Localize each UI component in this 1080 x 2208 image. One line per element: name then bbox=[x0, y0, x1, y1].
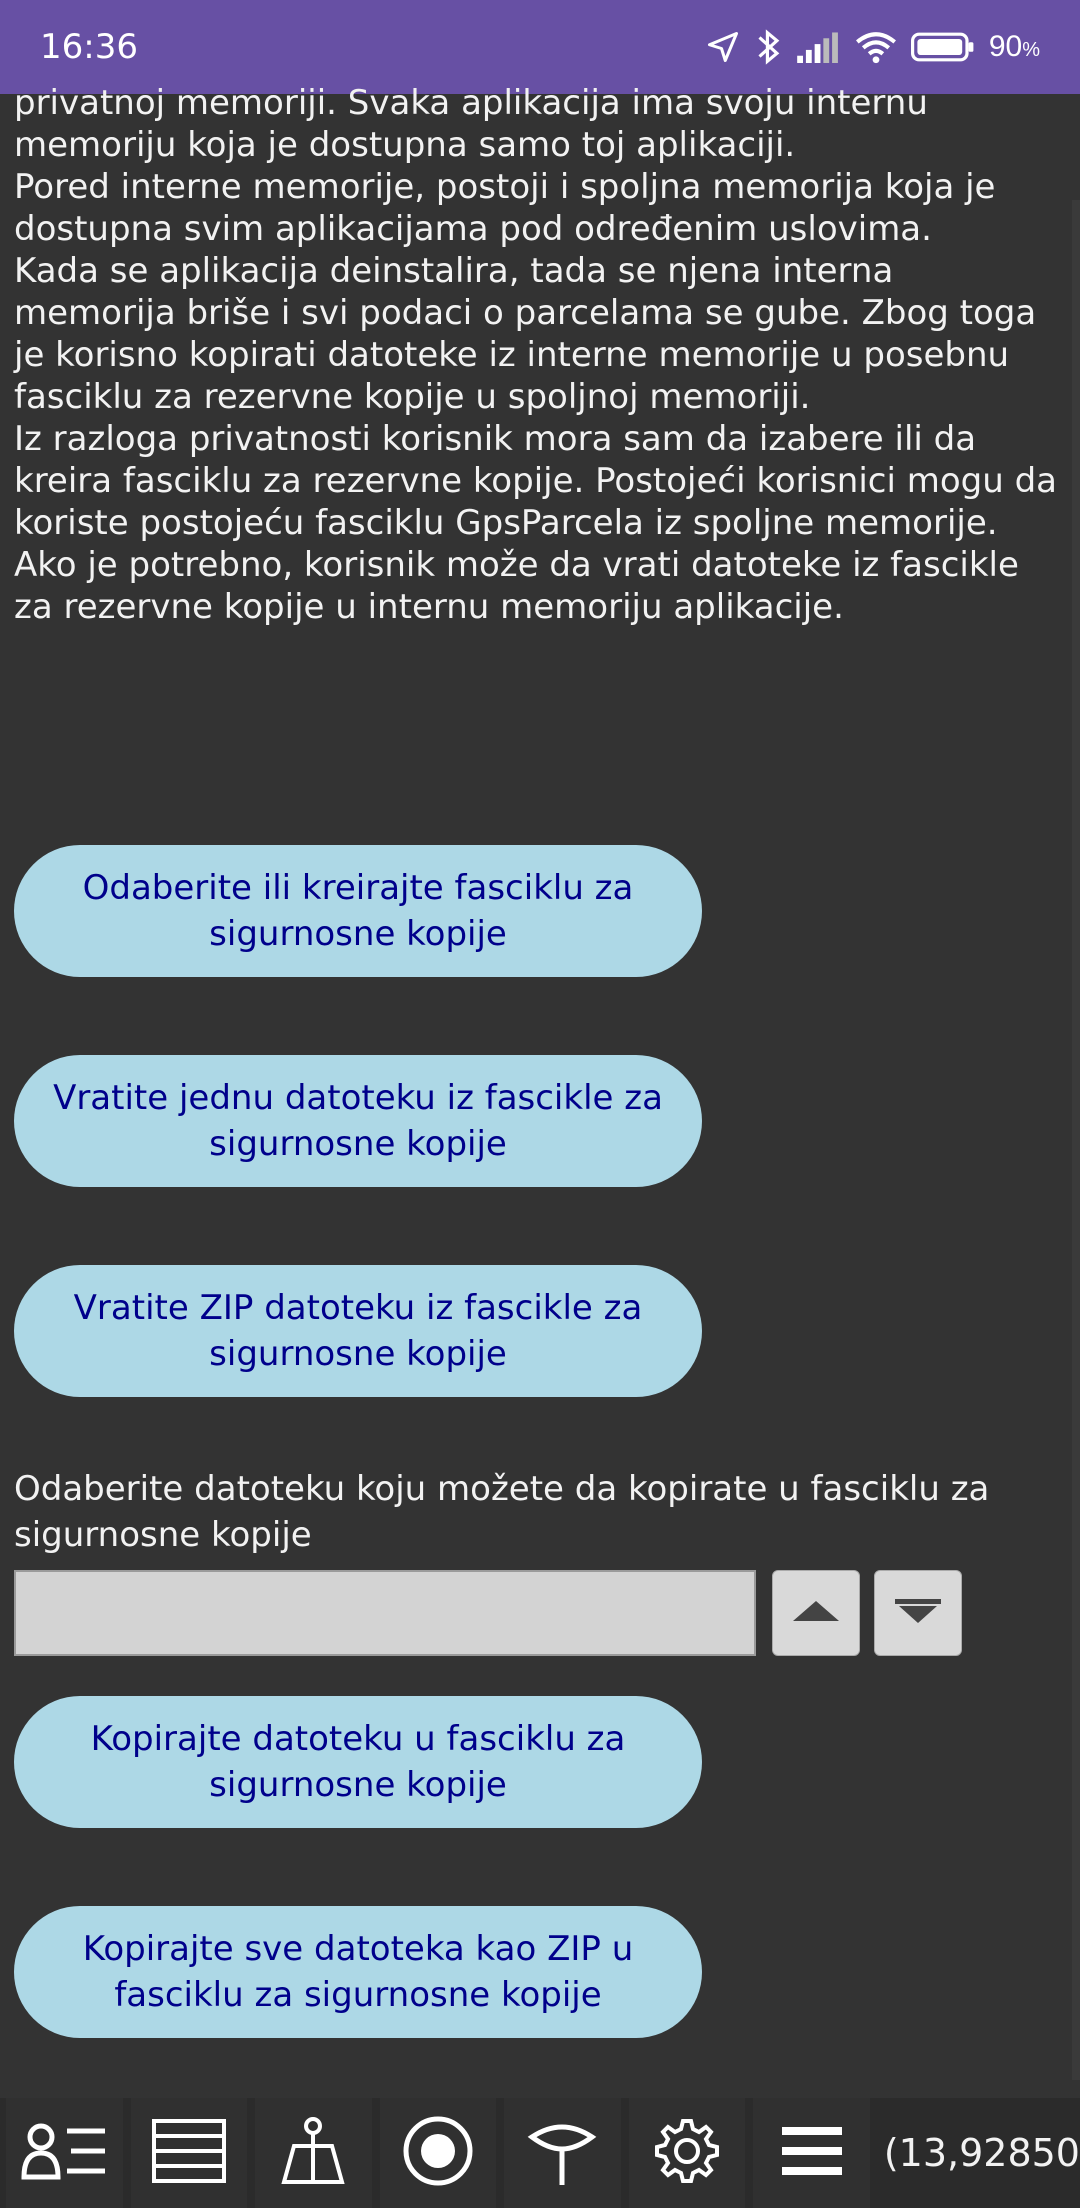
menu-icon bbox=[780, 2123, 844, 2184]
settings-button[interactable] bbox=[628, 2098, 746, 2208]
wifi-icon bbox=[855, 30, 897, 64]
status-time: 16:36 bbox=[40, 27, 138, 67]
survey-button[interactable] bbox=[255, 2098, 372, 2208]
signal-icon bbox=[797, 31, 841, 63]
choose-backup-folder-button[interactable]: Odaberite ili kreirajte fasciklu za sigu… bbox=[14, 845, 702, 977]
layers-icon bbox=[151, 2118, 227, 2189]
survey-tripod-icon bbox=[278, 2116, 348, 2191]
user-list-icon bbox=[21, 2121, 107, 2186]
restore-one-file-button[interactable]: Vratite jednu datoteku iz fascikle za si… bbox=[14, 1055, 702, 1187]
info-paragraph: Pored interne memorije, postoji i spoljn… bbox=[14, 167, 996, 249]
scrollbar[interactable] bbox=[1072, 200, 1080, 2080]
triangle-down-icon bbox=[893, 1597, 943, 1630]
copy-all-zip-button[interactable]: Kopirajte sve datoteka kao ZIP u fascikl… bbox=[14, 1906, 702, 2038]
location-pin-button[interactable] bbox=[504, 2098, 621, 2208]
info-paragraph: Kada se aplikacija deinstalira, tada se … bbox=[14, 251, 1037, 417]
menu-button[interactable] bbox=[753, 2098, 870, 2208]
bottom-toolbar: (13,92850 bbox=[0, 2098, 1080, 2208]
layers-button[interactable] bbox=[130, 2098, 248, 2208]
record-button[interactable] bbox=[379, 2098, 497, 2208]
info-paragraph: Iz razloga privatnosti korisnik mora sam… bbox=[14, 419, 1058, 543]
status-bar: 16:36 90% bbox=[0, 0, 1080, 94]
bluetooth-icon bbox=[755, 28, 783, 66]
info-text: privatnoj memoriji. Svaka aplikacija ima… bbox=[14, 82, 1064, 628]
coordinates-readout: (13,92850 bbox=[883, 2131, 1080, 2175]
record-icon bbox=[402, 2115, 474, 2192]
user-list-button[interactable] bbox=[6, 2098, 123, 2208]
select-up-button[interactable] bbox=[772, 1570, 860, 1656]
battery-percent: 90% bbox=[988, 30, 1040, 63]
gear-icon bbox=[653, 2117, 721, 2190]
battery-icon bbox=[910, 31, 975, 63]
info-paragraph: Ako je potrebno, korisnik može da vrati … bbox=[14, 545, 1019, 627]
info-paragraph: privatnoj memoriji. Svaka aplikacija ima… bbox=[14, 83, 928, 165]
location-pin-icon bbox=[526, 2115, 598, 2192]
copy-file-button[interactable]: Kopirajte datoteku u fasciklu za sigurno… bbox=[14, 1696, 702, 1828]
location-arrow-icon bbox=[705, 29, 741, 65]
file-select-label: Odaberite datoteku koju možete da kopira… bbox=[14, 1469, 990, 1555]
restore-zip-button[interactable]: Vratite ZIP datoteku iz fascikle za sigu… bbox=[14, 1265, 702, 1397]
file-select-field[interactable] bbox=[14, 1570, 756, 1656]
status-icons: 90% bbox=[705, 28, 1040, 66]
select-down-button[interactable] bbox=[874, 1570, 962, 1656]
triangle-up-icon bbox=[791, 1599, 841, 1628]
